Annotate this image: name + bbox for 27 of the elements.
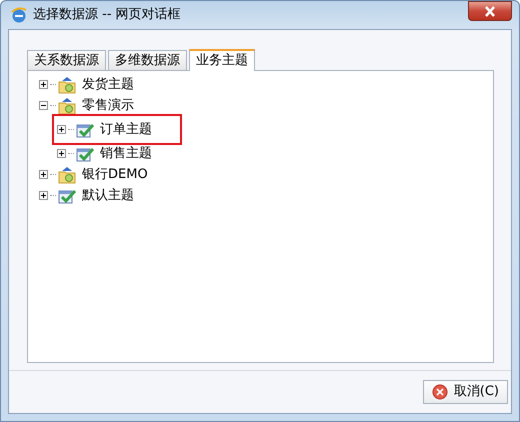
tab[interactable]: 多维数据源 (108, 50, 187, 70)
check-icon (76, 146, 94, 162)
window-title: 选择数据源 -- 网页对话框 (33, 6, 181, 24)
check-icon (76, 122, 94, 138)
folder-icon (58, 76, 76, 94)
expand-icon[interactable] (39, 191, 48, 200)
browser-icon (11, 6, 27, 24)
check-icon (58, 188, 76, 204)
tree-item[interactable]: 发货主题 (78, 74, 134, 94)
cancel-icon (432, 384, 448, 400)
folder-icon (58, 166, 76, 184)
cancel-button[interactable]: 取消(C) (422, 380, 508, 404)
tree-item[interactable]: 零售演示 (78, 96, 134, 116)
expand-icon[interactable] (57, 149, 66, 158)
close-button[interactable] (468, 1, 512, 21)
expand-icon[interactable] (39, 80, 48, 89)
tab[interactable]: 关系数据源 (27, 50, 106, 70)
tree-item[interactable]: 默认主题 (78, 186, 134, 206)
collapse-icon[interactable] (39, 101, 48, 110)
expand-icon[interactable] (39, 170, 48, 179)
close-icon (484, 6, 496, 16)
expand-icon[interactable] (57, 125, 66, 134)
tree-item[interactable]: 银行DEMO (78, 164, 148, 184)
tab[interactable]: 业务主题 (189, 49, 255, 71)
tree-item[interactable]: 销售主题 (96, 144, 152, 164)
folder-icon (58, 96, 76, 114)
tree-item[interactable]: 订单主题 (96, 120, 152, 140)
